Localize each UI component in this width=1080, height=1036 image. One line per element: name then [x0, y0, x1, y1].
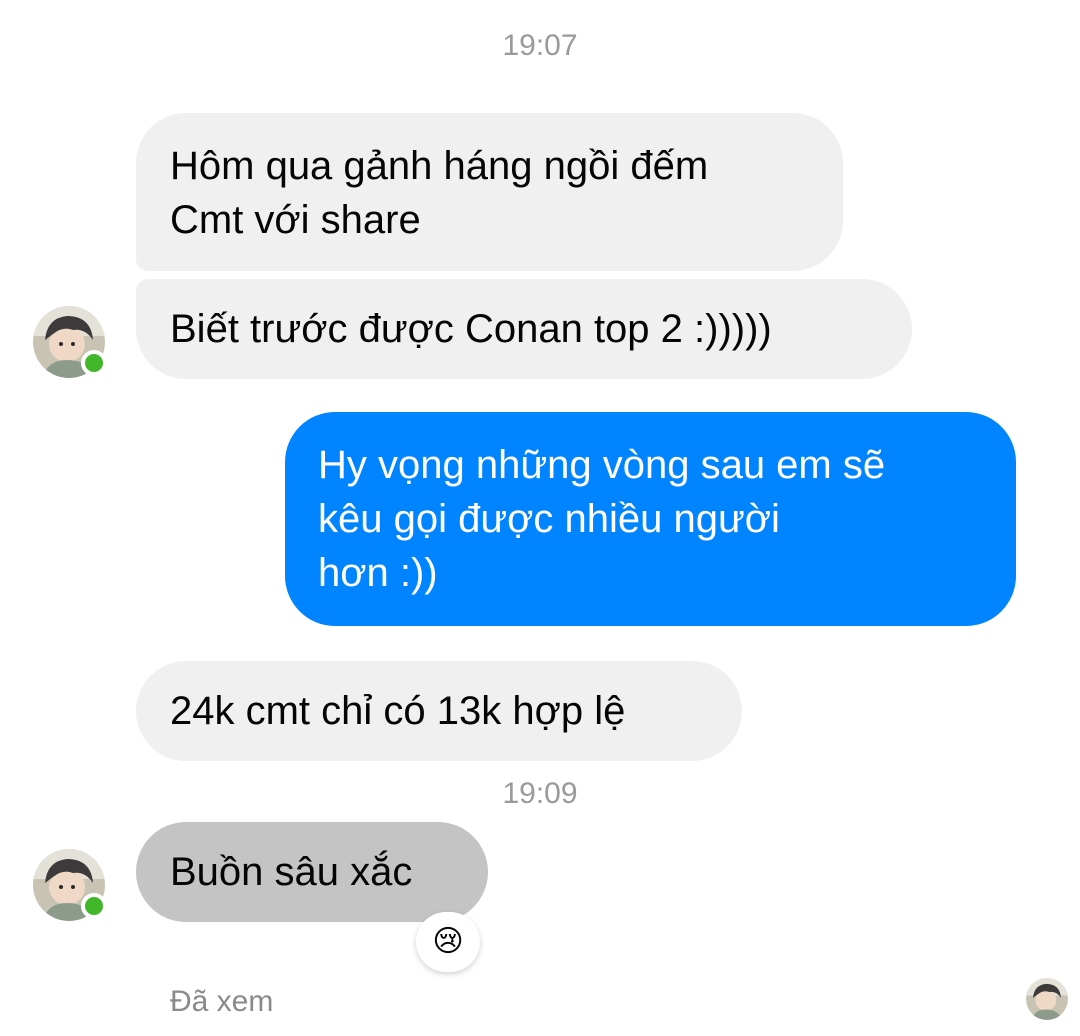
- online-status-icon: [81, 893, 107, 919]
- seen-status-text: Đã xem: [170, 985, 274, 1018]
- message-line: 24k cmt chỉ có 13k hợp lệ: [170, 689, 626, 733]
- seen-by-avatar: [1026, 978, 1068, 1020]
- message-line: Buồn sâu xắc: [170, 850, 413, 894]
- incoming-message-bubble[interactable]: Biết trước được Conan top 2 :))))): [136, 279, 912, 379]
- message-line: Biết trước được Conan top 2 :))))): [170, 307, 772, 351]
- incoming-message-bubble[interactable]: 24k cmt chỉ có 13k hợp lệ: [136, 661, 742, 761]
- contact-avatar[interactable]: [33, 849, 107, 921]
- timestamp-divider: 19:09: [502, 777, 578, 810]
- message-line: hơn :)): [318, 551, 438, 595]
- contact-avatar[interactable]: [33, 306, 107, 378]
- message-line: Hy vọng những vòng sau em sẽ: [318, 443, 886, 487]
- crying-face-icon: 😢: [432, 924, 464, 959]
- message-line: kêu gọi được nhiều người: [318, 497, 780, 541]
- incoming-message-bubble[interactable]: Hôm qua gảnh háng ngồi đếm Cmt với share: [136, 113, 843, 271]
- online-status-icon: [81, 350, 107, 376]
- timestamp-divider: 19:07: [502, 29, 578, 62]
- message-line: Cmt với share: [170, 198, 421, 242]
- incoming-message-bubble-selected[interactable]: Buồn sâu xắc: [136, 822, 488, 922]
- message-line: Hôm qua gảnh háng ngồi đếm: [170, 144, 709, 188]
- message-reaction[interactable]: 😢: [416, 912, 480, 972]
- outgoing-message-bubble[interactable]: Hy vọng những vòng sau em sẽ kêu gọi đượ…: [285, 412, 1016, 626]
